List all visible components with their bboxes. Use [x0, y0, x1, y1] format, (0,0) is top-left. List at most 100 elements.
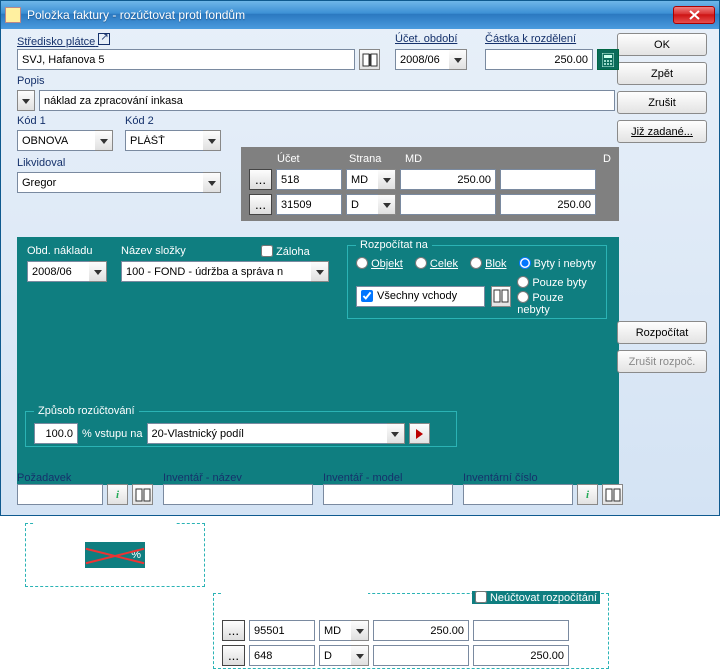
preposting-row1-lookup[interactable]: ...: [222, 620, 245, 641]
preposting-row2-lookup[interactable]: ...: [222, 645, 245, 666]
payer-center-input[interactable]: [17, 49, 355, 70]
preposting-row2-account[interactable]: [249, 645, 315, 666]
deposit-label-text: Záloha: [276, 246, 310, 258]
opt-object-radio[interactable]: [356, 257, 368, 269]
calculate-button[interactable]: Rozpočítat: [617, 321, 707, 344]
noaccount-checkbox[interactable]: [475, 591, 487, 603]
close-icon: [689, 10, 700, 20]
cost-period-input[interactable]: [27, 261, 89, 282]
request-lookup-button[interactable]: [132, 484, 153, 505]
preposting-row2-side-dd[interactable]: [351, 645, 369, 666]
allocation-method-title: Způsob rozúčtování: [34, 405, 139, 417]
window: Položka faktury - rozúčtovat proti fondů…: [0, 0, 720, 516]
opt-only-nonflats[interactable]: Pouze nebyty: [517, 291, 598, 316]
period-input[interactable]: [395, 49, 449, 70]
preposting-row1-md[interactable]: [373, 620, 469, 641]
description-input[interactable]: [39, 90, 615, 111]
cost-period-label: Obd. nákladu: [27, 245, 92, 257]
posting-row2-lookup[interactable]: ...: [249, 194, 272, 215]
opt-only-nonflats-radio[interactable]: [517, 291, 529, 303]
distribute-on-group: Rozpočítat na Objekt Celek Blok Byty i n…: [347, 239, 607, 319]
allocation-method-dropdown[interactable]: [387, 423, 405, 444]
opt-only-flats[interactable]: Pouze byty: [517, 276, 598, 289]
posting-row1-lookup[interactable]: ...: [249, 169, 272, 190]
all-entrances-text: Všechny vchody: [377, 290, 457, 302]
component-name-label: Název složky: [121, 245, 186, 257]
preposting-row2-d[interactable]: [473, 645, 569, 666]
preposting-row1-side[interactable]: [319, 620, 351, 641]
code2-input[interactable]: [125, 130, 203, 151]
posting-header: Účet Strana MD D: [249, 153, 611, 165]
preposting-row2-side[interactable]: [319, 645, 351, 666]
posting-row1-side-dd[interactable]: [378, 169, 396, 190]
allocation-method-input[interactable]: [147, 423, 387, 444]
inventory-info-button[interactable]: i: [577, 484, 598, 505]
calculator-button[interactable]: [597, 49, 619, 70]
period-dropdown[interactable]: [449, 49, 467, 70]
close-button[interactable]: [673, 6, 715, 24]
cost-period-dropdown[interactable]: [89, 261, 107, 282]
request-info-button[interactable]: i: [107, 484, 128, 505]
posting-row1-account[interactable]: [276, 169, 342, 190]
preposting-row2-md[interactable]: [373, 645, 469, 666]
vat-disabled-indicator: %: [84, 541, 146, 569]
cancel-calculate-button[interactable]: Zrušit rozpoč.: [617, 350, 707, 373]
opt-only-flats-radio[interactable]: [517, 276, 529, 288]
component-name-input[interactable]: [121, 261, 311, 282]
titlebar: Položka faktury - rozúčtovat proti fondů…: [1, 1, 719, 29]
component-name-dropdown[interactable]: [311, 261, 329, 282]
amount-input[interactable]: [485, 49, 593, 70]
deposit-checkbox[interactable]: [261, 245, 273, 257]
posting-h-side: Strana: [349, 153, 405, 165]
liquidator-label: Likvidoval: [17, 157, 65, 169]
opt-byty-radio[interactable]: [519, 257, 531, 269]
allocation-method-group: Způsob rozúčtování % vstupu na: [25, 405, 457, 447]
deposit-check-label[interactable]: Záloha: [261, 245, 310, 258]
description-history-dropdown[interactable]: [17, 90, 35, 111]
info-icon: i: [116, 489, 119, 501]
inventory-lookup-button[interactable]: [602, 484, 623, 505]
ok-button[interactable]: OK: [617, 33, 707, 56]
preposting-row1-account[interactable]: [249, 620, 315, 641]
all-entrances[interactable]: Všechny vchody: [356, 286, 485, 307]
posting-row1-d[interactable]: [500, 169, 596, 190]
posting-row2-d[interactable]: [500, 194, 596, 215]
inventory-name-input[interactable]: [163, 484, 313, 505]
payer-center-label-text: Středisko plátce: [17, 36, 95, 48]
posting-row2-side[interactable]: [346, 194, 378, 215]
opt-blok-radio[interactable]: [470, 257, 482, 269]
popup-icon[interactable]: [98, 33, 110, 45]
posting-row2-side-dd[interactable]: [378, 194, 396, 215]
opt-blok[interactable]: Blok: [470, 257, 506, 270]
noaccount-label[interactable]: Neúčtovat rozpočítání: [472, 591, 600, 604]
preposting-row1-d[interactable]: [473, 620, 569, 641]
action-column: OK Zpět Zrušit Již zadané...: [617, 33, 713, 143]
posting-row2-account[interactable]: [276, 194, 342, 215]
code2-dropdown[interactable]: [203, 130, 221, 151]
vat-rate-title: Sazba DPH pro rozpočítání: [34, 517, 176, 529]
cancel-button[interactable]: Zrušit: [617, 91, 707, 114]
next-method-button[interactable]: [409, 423, 430, 444]
preposting-row1-side-dd[interactable]: [351, 620, 369, 641]
already-entered-button[interactable]: Již zadané...: [617, 120, 707, 143]
back-button[interactable]: Zpět: [617, 62, 707, 85]
inventory-number-input[interactable]: [463, 484, 573, 505]
opt-byty[interactable]: Byty i nebyty: [519, 257, 596, 270]
posting-h-md: MD: [405, 153, 505, 165]
liquidator-input[interactable]: [17, 172, 203, 193]
posting-row2-md[interactable]: [400, 194, 496, 215]
code1-input[interactable]: [17, 130, 95, 151]
all-entrances-checkbox[interactable]: [361, 290, 373, 302]
opt-celek-radio[interactable]: [415, 257, 427, 269]
request-input[interactable]: [17, 484, 103, 505]
opt-object[interactable]: Objekt: [356, 257, 403, 270]
pct-input[interactable]: [34, 423, 78, 444]
liquidator-dropdown[interactable]: [203, 172, 221, 193]
code1-dropdown[interactable]: [95, 130, 113, 151]
posting-row1-md[interactable]: [400, 169, 496, 190]
opt-block-group[interactable]: Celek: [415, 257, 458, 270]
inventory-model-input[interactable]: [323, 484, 453, 505]
payer-center-lookup-button[interactable]: [359, 49, 380, 70]
posting-row1-side[interactable]: [346, 169, 378, 190]
entrances-lookup-button[interactable]: [491, 286, 512, 307]
